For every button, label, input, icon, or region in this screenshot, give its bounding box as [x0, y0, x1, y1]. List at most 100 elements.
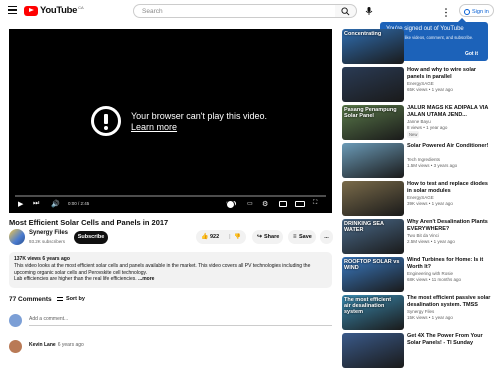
time-display: 0:00 / 2:45	[68, 201, 90, 206]
thumbs-down-icon[interactable]: 👎	[234, 230, 241, 244]
related-video-channel[interactable]: Tech Ingredients	[407, 157, 440, 162]
related-video-item[interactable]: Get 4X The Power From Your Solar Panels!…	[342, 333, 492, 369]
play-icon[interactable]: ▶	[18, 200, 23, 208]
description-box[interactable]: 137K views 6 years ago This video looks …	[9, 252, 332, 288]
player-error-text: Your browser can't play this video.	[131, 111, 267, 121]
search-input[interactable]: Search	[133, 4, 336, 18]
related-video-meta: 68K views • 11 months ago	[407, 277, 462, 282]
related-video-channel[interactable]: EnergySAGE	[407, 195, 434, 200]
top-bar: YouTube CA Search Sign in	[0, 0, 500, 22]
progress-bar[interactable]	[15, 195, 326, 197]
theater-mode-icon[interactable]	[295, 201, 305, 207]
share-button[interactable]: ↪ Share	[252, 230, 283, 244]
channel-name[interactable]: Synergy Files	[29, 230, 68, 236]
volume-icon[interactable]: 🔊	[51, 200, 60, 208]
related-video-item[interactable]: How to test and replace diodes in solar …	[342, 181, 492, 217]
video-thumbnail[interactable]: Concentrating	[342, 29, 404, 64]
miniplayer-icon[interactable]	[279, 201, 287, 207]
thumbnail-label: Pasang Penampung Solar Panel	[344, 107, 397, 119]
like-button[interactable]: 👍 922 | 👎	[196, 230, 246, 244]
related-video-meta: 8 views • 1 year ago	[407, 125, 448, 130]
related-video-item[interactable]: DRINKING SEA WATER Why Aren't Desalinatio…	[342, 219, 492, 255]
video-thumbnail[interactable]: The most efficient air desalination syst…	[342, 295, 404, 330]
related-video-title[interactable]: The most efficient passive solar desalin…	[407, 295, 492, 308]
account-icon	[464, 8, 470, 15]
comment-author[interactable]: Kevin Lane 6 years ago	[29, 342, 84, 348]
sign-in-label: Sign in	[472, 8, 489, 15]
autoplay-toggle[interactable]	[226, 200, 236, 209]
related-video-title[interactable]: How to test and replace diodes in solar …	[407, 181, 492, 194]
related-video-meta: 65K views • 1 year ago	[407, 87, 453, 92]
show-more-link[interactable]: ...more	[138, 276, 154, 282]
sort-by-button[interactable]: Sort by	[57, 296, 85, 302]
related-video-title[interactable]: How and why to wire solar panels in para…	[407, 67, 492, 80]
new-badge: New	[407, 131, 420, 138]
video-thumbnail[interactable]: Pasang Penampung Solar Panel	[342, 105, 404, 140]
share-icon: ↪	[257, 234, 263, 240]
microphone-icon	[365, 7, 373, 15]
comments-count: 77 Comments	[9, 296, 52, 303]
more-options-icon[interactable]	[443, 5, 449, 17]
related-video-item[interactable]: The most efficient air desalination syst…	[342, 295, 492, 331]
user-avatar	[9, 314, 22, 327]
related-video-item[interactable]: Solar Powered Air Conditioner! Tech Ingre…	[342, 143, 492, 179]
video-thumbnail[interactable]: DRINKING SEA WATER	[342, 219, 404, 254]
add-comment-input[interactable]: Add a comment...	[29, 316, 332, 326]
more-actions-button[interactable]: ...	[320, 230, 333, 244]
related-video-meta: 39K views • 1 year ago	[407, 201, 453, 206]
channel-avatar[interactable]	[9, 229, 25, 245]
player-controls: ▶ ⏭ 🔊 0:00 / 2:45 ▭ ⚙ ⛶	[9, 195, 332, 213]
share-label: Share	[264, 234, 280, 240]
sort-icon	[57, 296, 63, 301]
related-video-title[interactable]: Why Aren't Desalination Plants EVERYWHER…	[407, 219, 492, 232]
save-button[interactable]: ≡ Save	[288, 230, 316, 244]
thumbnail-label: ROOFTOP SOLAR vs WIND	[344, 259, 400, 271]
related-video-item[interactable]: Pasang Penampung Solar Panel JALUR MAGS K…	[342, 105, 492, 141]
subscribe-button[interactable]: Subscribe	[74, 231, 108, 244]
related-video-channel[interactable]: EnergySAGE	[407, 81, 434, 86]
related-video-meta: 2.5M views • 1 year ago	[407, 239, 455, 244]
video-player[interactable]: Your browser can't play this video. Lear…	[9, 29, 332, 213]
related-video-item[interactable]: ROOFTOP SOLAR vs WIND Wind Turbines for H…	[342, 257, 492, 293]
related-video-title[interactable]: Get 4X The Power From Your Solar Panels!…	[407, 333, 492, 346]
video-thumbnail[interactable]: ROOFTOP SOLAR vs WIND	[342, 257, 404, 292]
subscriber-count: 93.2K subscribers	[29, 239, 66, 244]
related-video-channel[interactable]: Engineering with Rosie	[407, 271, 453, 276]
like-count: 922	[210, 234, 220, 240]
learn-more-link[interactable]: Learn more	[131, 122, 177, 132]
related-video-channel[interactable]: Synergy Files	[407, 309, 434, 314]
video-thumbnail[interactable]	[342, 143, 404, 178]
comment-time: 6 years ago	[57, 342, 84, 348]
sign-in-button[interactable]: Sign in	[459, 4, 494, 17]
commenter-avatar[interactable]	[9, 340, 22, 353]
related-video-channel[interactable]: Janne Bayu	[407, 119, 431, 124]
search-button[interactable]	[335, 4, 357, 18]
video-title: Most Efficient Solar Cells and Panels in…	[9, 218, 169, 227]
related-video-item[interactable]: How and why to wire solar panels in para…	[342, 67, 492, 103]
youtube-logo[interactable]: YouTube CA	[24, 5, 84, 16]
related-video-item[interactable]: Concentrating	[342, 29, 492, 65]
subtitles-icon[interactable]: ▭	[247, 200, 253, 207]
next-icon[interactable]: ⏭	[33, 200, 39, 208]
video-thumbnail[interactable]	[342, 181, 404, 216]
video-thumbnail[interactable]	[342, 333, 404, 368]
fullscreen-icon[interactable]: ⛶	[313, 200, 317, 207]
related-video-title[interactable]: JALUR MAGS KE ADIPALA VIA JALAN UTAMA JE…	[407, 105, 492, 118]
description-text: This video looks at the most efficient s…	[14, 263, 327, 283]
view-count-date: 137K views 6 years ago	[14, 256, 70, 262]
thumbnail-label: Concentrating	[344, 31, 382, 37]
save-icon: ≡	[293, 234, 297, 240]
logo-text: YouTube	[40, 5, 78, 16]
youtube-play-icon	[24, 5, 38, 16]
related-video-title[interactable]: Wind Turbines for Home: Is it Worth It?	[407, 257, 492, 270]
settings-icon[interactable]: ⚙	[262, 200, 268, 208]
thumbnail-label: The most efficient air desalination syst…	[344, 297, 392, 315]
related-video-meta: 15K views • 1 year ago	[407, 315, 453, 320]
logo-country: CA	[78, 5, 84, 10]
related-video-title[interactable]: Solar Powered Air Conditioner!	[407, 143, 492, 150]
voice-search-button[interactable]	[362, 4, 376, 18]
related-video-channel[interactable]: Two Bit da Vinci	[407, 233, 439, 238]
menu-icon[interactable]	[8, 6, 17, 14]
video-thumbnail[interactable]	[342, 67, 404, 102]
related-video-meta: 1.5M views • 3 years ago	[407, 163, 458, 168]
